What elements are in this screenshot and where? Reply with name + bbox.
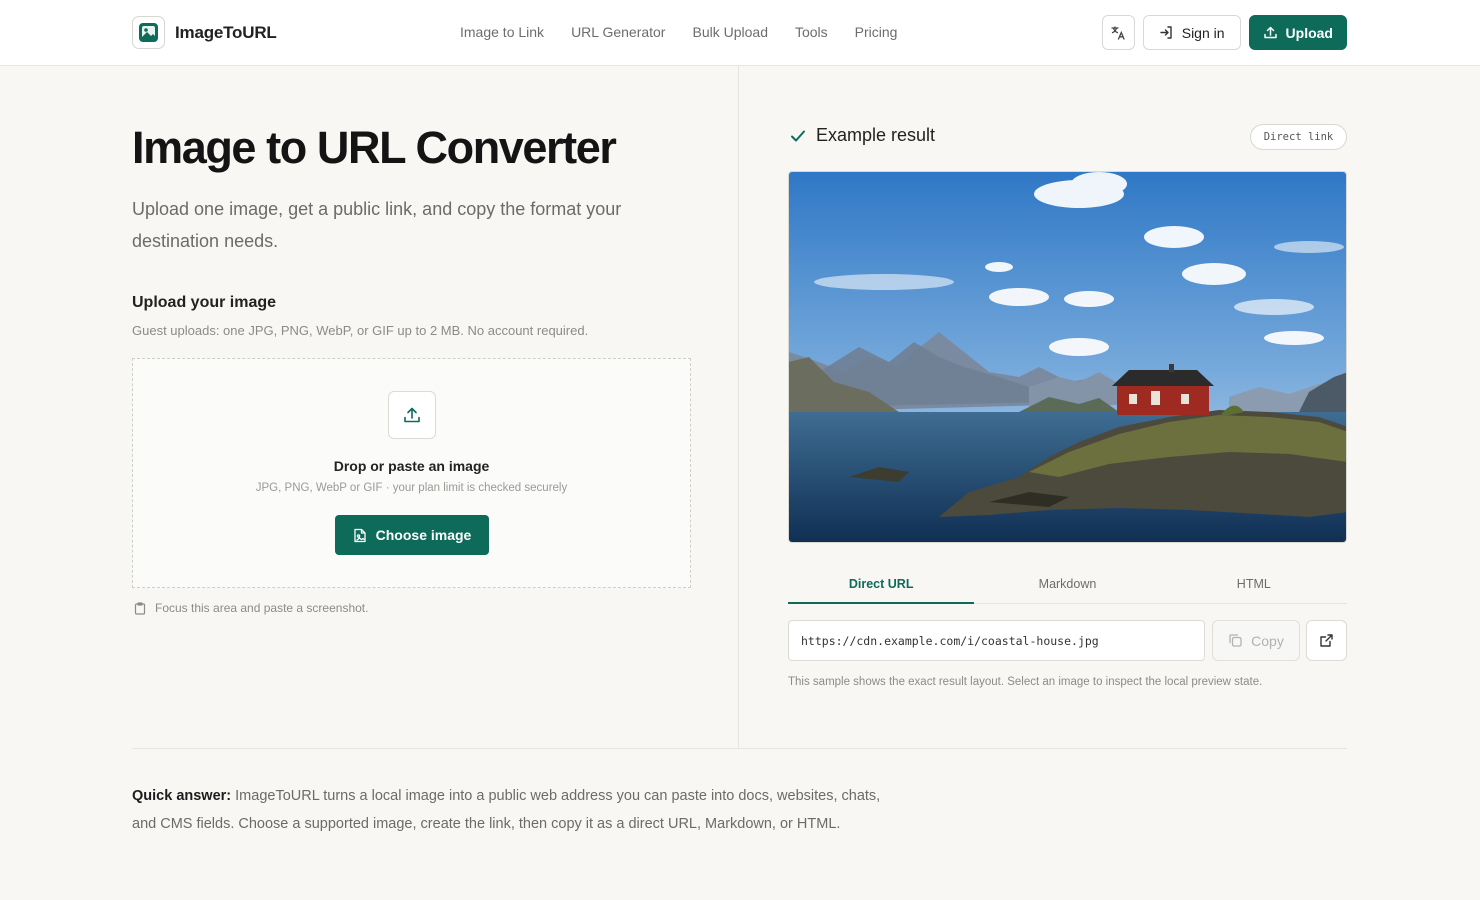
sign-in-button[interactable]: Sign in — [1142, 15, 1241, 50]
nav-bulk-upload[interactable]: Bulk Upload — [692, 24, 768, 40]
page-subtitle: Upload one image, get a public link, and… — [132, 199, 622, 251]
quick-answer-text: ImageToURL turns a local image into a pu… — [132, 788, 881, 832]
main-nav: Image to Link URL Generator Bulk Upload … — [460, 24, 897, 40]
tab-markdown[interactable]: Markdown — [974, 572, 1160, 603]
tab-direct-url[interactable]: Direct URL — [788, 572, 975, 604]
copy-label: Copy — [1251, 632, 1284, 649]
example-title: Example result — [816, 125, 936, 145]
paste-note-text: Focus this area and paste a screenshot. — [155, 601, 369, 615]
example-image — [788, 171, 1347, 543]
copy-icon — [1229, 634, 1242, 647]
header-upload-button[interactable]: Upload — [1248, 15, 1347, 50]
upload-section-label: Upload your image — [132, 294, 277, 311]
quick-answer: Quick answer: ImageToURL turns a local i… — [132, 782, 902, 838]
example-header: Example result — [789, 125, 935, 146]
nav-image-to-link[interactable]: Image to Link — [460, 24, 544, 40]
drop-title: Drop or paste an image — [333, 458, 490, 474]
result-url-field[interactable]: https://cdn.example.com/i/coastal-house.… — [788, 620, 1205, 661]
language-button[interactable] — [1101, 15, 1135, 50]
logo[interactable]: ImageToURL — [132, 16, 277, 49]
sign-in-label: Sign in — [1181, 24, 1225, 41]
direct-link-badge: Direct link — [1250, 124, 1347, 150]
upload-icon — [1263, 26, 1277, 39]
sign-in-icon — [1160, 26, 1172, 39]
logo-text: ImageToURL — [175, 22, 277, 42]
choose-image-label: Choose image — [375, 527, 472, 543]
file-image-icon — [353, 528, 366, 542]
logo-icon — [132, 16, 165, 49]
format-tabs: Direct URL Markdown HTML — [788, 572, 1347, 604]
nav-pricing[interactable]: Pricing — [855, 24, 898, 40]
drop-subtitle: JPG, PNG, WebP or GIF · your plan limit … — [255, 482, 568, 494]
site-header: ImageToURL Image to Link URL Generator B… — [0, 0, 1480, 66]
column-divider — [738, 66, 739, 748]
quick-answer-label: Quick answer: — [132, 788, 232, 804]
header-actions: Sign in Upload — [1101, 15, 1347, 50]
translate-icon — [1111, 25, 1125, 40]
tab-html[interactable]: HTML — [1161, 572, 1347, 603]
sample-note: This sample shows the exact result layou… — [788, 676, 1263, 688]
clipboard-icon — [134, 601, 146, 615]
external-link-icon — [1320, 634, 1333, 647]
check-icon — [791, 130, 805, 141]
nav-url-generator[interactable]: URL Generator — [571, 24, 665, 40]
page-title: Image to URL Converter — [132, 122, 617, 173]
upload-hint: Guest uploads: one JPG, PNG, WebP, or GI… — [132, 323, 589, 338]
upload-label: Upload — [1285, 24, 1333, 41]
copy-button[interactable]: Copy — [1212, 620, 1300, 661]
paste-note: Focus this area and paste a screenshot. — [134, 601, 368, 615]
choose-image-button[interactable]: Choose image — [335, 515, 489, 555]
nav-tools[interactable]: Tools — [795, 24, 828, 40]
open-link-button[interactable] — [1306, 620, 1347, 661]
section-divider — [132, 748, 1347, 749]
upload-arrow-icon — [388, 391, 436, 439]
drop-zone[interactable]: Drop or paste an image JPG, PNG, WebP or… — [132, 358, 691, 588]
